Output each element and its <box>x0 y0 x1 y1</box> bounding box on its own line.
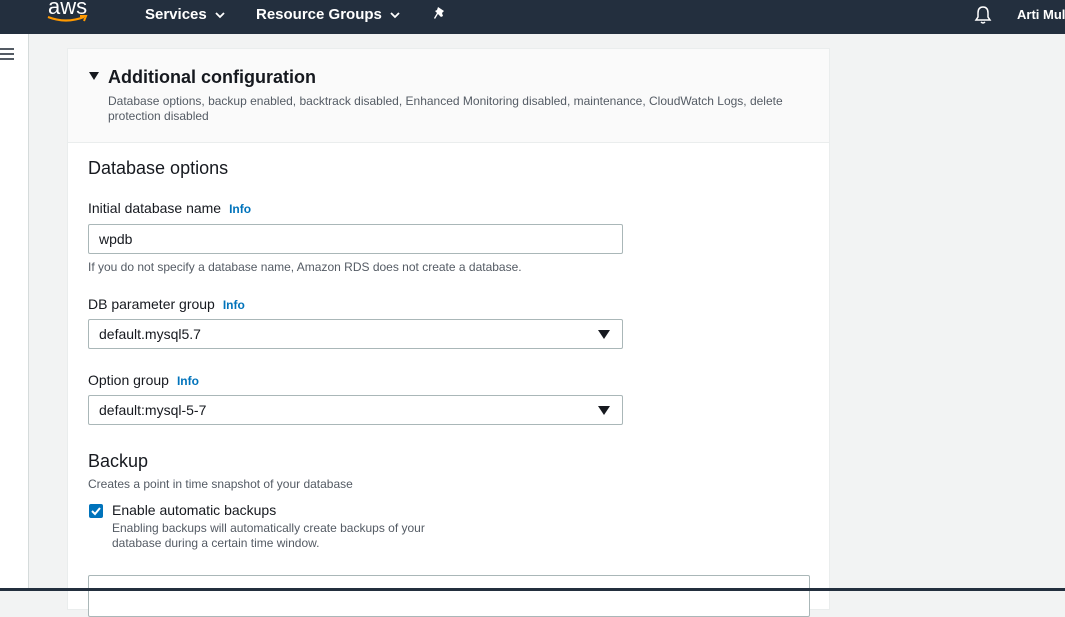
expand-caret-icon[interactable] <box>88 71 100 81</box>
enable-automatic-backups-checkbox[interactable] <box>89 504 103 518</box>
additional-configuration-panel: Additional configuration Database option… <box>67 48 830 617</box>
user-account-menu[interactable]: Arti Mul <box>1017 7 1065 22</box>
panel-header[interactable]: Additional configuration Database option… <box>68 49 829 143</box>
services-menu[interactable]: Services <box>145 6 225 23</box>
services-label: Services <box>145 6 207 23</box>
db-parameter-group-info-link[interactable]: Info <box>223 298 245 312</box>
option-group-label: Option group Info <box>88 372 199 388</box>
backup-title: Backup <box>88 451 149 471</box>
db-parameter-group-select[interactable]: default.mysql5.7 <box>88 319 623 349</box>
caret-down-icon <box>598 330 610 339</box>
option-group-label-text: Option group <box>88 372 169 388</box>
database-options-title: Database options <box>88 158 229 178</box>
backup-settings-box <box>88 575 810 617</box>
panel-title[interactable]: Additional configuration <box>108 67 316 88</box>
bell-icon[interactable] <box>974 5 992 25</box>
enable-automatic-backups-label[interactable]: Enable automatic backups <box>112 502 276 518</box>
aws-logo[interactable]: aws <box>46 0 94 30</box>
chevron-down-icon <box>390 11 400 18</box>
initial-database-name-input[interactable] <box>88 224 623 254</box>
resource-groups-menu[interactable]: Resource Groups <box>256 6 400 23</box>
db-parameter-group-label: DB parameter group Info <box>88 296 245 312</box>
resource-groups-label: Resource Groups <box>256 6 382 23</box>
initial-database-name-label-text: Initial database name <box>88 200 222 216</box>
top-navigation-bar: aws Services Resource Groups Arti Mul <box>0 0 1065 34</box>
initial-database-name-label: Initial database name Info <box>88 200 251 216</box>
pin-icon[interactable] <box>433 6 447 22</box>
left-navigation-rail <box>0 34 29 591</box>
backup-description: Creates a point in time snapshot of your… <box>88 477 353 491</box>
option-group-info-link[interactable]: Info <box>177 374 199 388</box>
aws-smile-icon <box>47 15 88 22</box>
option-group-select[interactable]: default:mysql-5-7 <box>88 395 623 425</box>
initial-database-name-hint: If you do not specify a database name, A… <box>88 260 522 274</box>
caret-down-icon <box>598 406 610 415</box>
checkmark-icon <box>91 507 101 516</box>
initial-database-name-info-link[interactable]: Info <box>229 202 251 216</box>
db-parameter-group-label-text: DB parameter group <box>88 296 215 312</box>
db-parameter-group-value: default.mysql5.7 <box>99 326 201 342</box>
hamburger-icon[interactable] <box>0 47 16 61</box>
panel-description: Database options, backup enabled, backtr… <box>108 94 783 123</box>
option-group-value: default:mysql-5-7 <box>99 402 207 418</box>
chevron-down-icon <box>215 11 225 18</box>
enable-automatic-backups-description: Enabling backups will automatically crea… <box>112 521 425 550</box>
